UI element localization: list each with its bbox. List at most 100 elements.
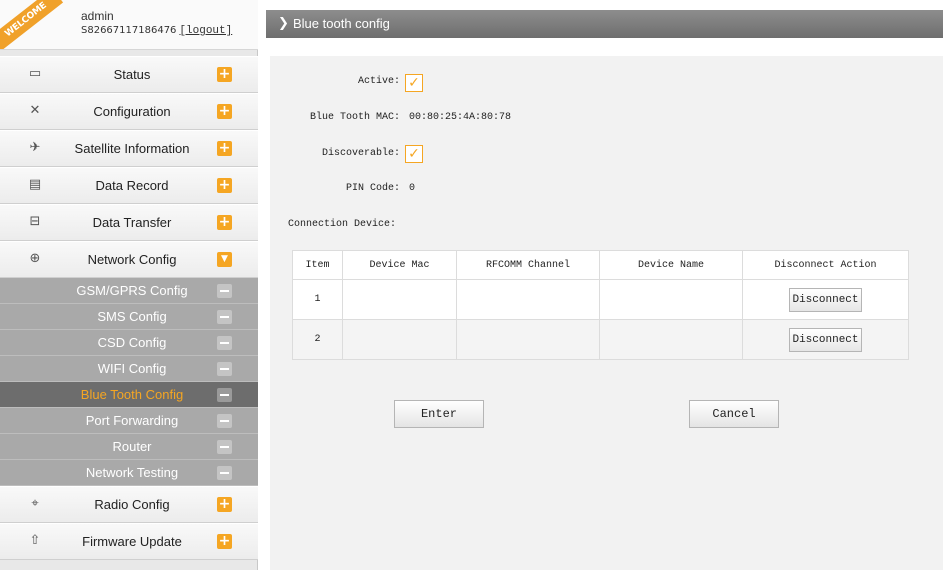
sidebar-item-status[interactable]: ▭ Status + (0, 56, 258, 93)
column-header-rfcomm-channel: RFCOMM Channel (456, 250, 600, 280)
cell-item: 1 (292, 279, 343, 320)
sidebar-item-label: Status (113, 67, 151, 82)
cell-item: 2 (292, 319, 343, 360)
expand-plus-icon[interactable]: + (217, 178, 232, 193)
table-row: 1 Disconnect (292, 279, 909, 320)
upload-icon: ⇧ (29, 533, 41, 548)
expand-plus-icon[interactable]: + (217, 497, 232, 512)
globe-icon: ⊕ (29, 251, 41, 266)
minus-icon (217, 440, 232, 454)
nav-menu: ▭ Status + ✕ Configuration + ✈ Satellite… (0, 56, 258, 560)
expand-plus-icon[interactable]: + (217, 215, 232, 230)
sidebar-item-label: Radio Config (94, 497, 170, 512)
cell-device-name (599, 279, 743, 320)
mac-label: Blue Tooth MAC: (309, 112, 400, 123)
radio-icon: ⌖ (31, 496, 39, 511)
submenu-item-label: Router (112, 439, 152, 454)
cell-action: Disconnect (742, 279, 909, 320)
user-box: WELCOME admin S82667117186476 [logout] (0, 0, 258, 50)
tools-icon: ✕ (29, 103, 41, 118)
column-header-disconnect-action: Disconnect Action (742, 250, 909, 280)
connection-device-table: Item Device Mac RFCOMM Channel Device Na… (292, 250, 909, 360)
submenu-item-label: GSM/GPRS Config (76, 283, 188, 298)
minus-icon (217, 310, 232, 324)
page-title: Blue tooth config (293, 16, 390, 31)
submenu-item-gsm-gprs-config[interactable]: GSM/GPRS Config (0, 278, 258, 304)
sidebar: WELCOME admin S82667117186476 [logout] ▭ … (0, 0, 258, 570)
discoverable-label: Discoverable: (321, 148, 400, 159)
sidebar-item-satellite-information[interactable]: ✈ Satellite Information + (0, 130, 258, 167)
sidebar-item-radio-config[interactable]: ⌖ Radio Config + (0, 486, 258, 523)
column-header-item: Item (292, 250, 343, 280)
sidebar-item-label: Configuration (93, 104, 171, 119)
cancel-button[interactable]: Cancel (689, 400, 779, 428)
column-header-device-mac: Device Mac (342, 250, 457, 280)
column-header-device-name: Device Name (599, 250, 743, 280)
discoverable-checkbox[interactable]: ✓ (405, 145, 423, 163)
cell-rfcomm-channel (456, 319, 600, 360)
submenu-item-csd-config[interactable]: CSD Config (0, 330, 258, 356)
active-checkbox[interactable]: ✓ (405, 74, 423, 92)
submenu-item-blue-tooth-config[interactable]: Blue Tooth Config (0, 382, 258, 408)
cell-device-name (599, 319, 743, 360)
main-content: ❯ Blue tooth config Active: ✓ Blue Tooth… (258, 0, 943, 570)
cell-rfcomm-channel (456, 279, 600, 320)
sidebar-item-data-transfer[interactable]: ⊟ Data Transfer + (0, 204, 258, 241)
welcome-ribbon: WELCOME (0, 0, 64, 49)
sidebar-item-configuration[interactable]: ✕ Configuration + (0, 93, 258, 130)
submenu-item-port-forwarding[interactable]: Port Forwarding (0, 408, 258, 434)
pin-value: 0 (409, 183, 416, 194)
page-title-bar: ❯ Blue tooth config (266, 10, 943, 38)
submenu-item-router[interactable]: Router (0, 434, 258, 460)
calendar-icon: ▤ (28, 177, 42, 192)
disconnect-button[interactable]: Disconnect (789, 327, 862, 352)
submenu-item-sms-config[interactable]: SMS Config (0, 304, 258, 330)
expand-plus-icon[interactable]: + (217, 141, 232, 156)
enter-button[interactable]: Enter (394, 400, 484, 428)
logout-link[interactable]: [logout] (179, 25, 232, 37)
minus-icon (217, 362, 232, 376)
username: admin (81, 9, 114, 23)
minus-icon (217, 414, 232, 428)
expand-plus-icon[interactable]: + (217, 67, 232, 82)
sidebar-item-firmware-update[interactable]: ⇧ Firmware Update + (0, 523, 258, 560)
sidebar-item-label: Data Record (95, 178, 169, 193)
serial-value: S82667117186476 (81, 25, 177, 36)
serial-number: S82667117186476 [logout] (81, 25, 232, 37)
disconnect-button[interactable]: Disconnect (789, 287, 862, 312)
sidebar-item-data-record[interactable]: ▤ Data Record + (0, 167, 258, 204)
submenu-item-label: CSD Config (97, 335, 167, 350)
minus-icon (217, 284, 232, 298)
sidebar-item-network-config[interactable]: ⊕ Network Config ▼ (0, 241, 258, 278)
active-label: Active: (357, 76, 400, 87)
submenu-item-label: Port Forwarding (85, 413, 179, 428)
submenu-item-wifi-config[interactable]: WIFI Config (0, 356, 258, 382)
satellite-icon: ✈ (29, 140, 41, 155)
cell-device-mac (342, 279, 457, 320)
table-row: 2 Disconnect (292, 319, 909, 360)
minus-icon (217, 336, 232, 350)
submenu-item-label: SMS Config (97, 309, 167, 324)
sidebar-item-label: Data Transfer (92, 215, 172, 230)
submenu-item-label: WIFI Config (97, 361, 167, 376)
minus-icon (217, 466, 232, 480)
table-header-row: Item Device Mac RFCOMM Channel Device Na… (292, 250, 909, 280)
connection-device-label: Connection Device: (288, 219, 397, 230)
chevron-right-icon: ❯ (278, 16, 289, 31)
submenu-item-label: Blue Tooth Config (80, 387, 184, 402)
bluetooth-config-panel: Active: ✓ Blue Tooth MAC: 00:80:25:4A:80… (270, 56, 943, 570)
network-icon: ⊟ (29, 214, 41, 229)
submenu-item-label: Network Testing (85, 465, 179, 480)
cell-action: Disconnect (742, 319, 909, 360)
submenu-item-network-testing[interactable]: Network Testing (0, 460, 258, 486)
mac-value: 00:80:25:4A:80:78 (409, 112, 512, 123)
sidebar-item-label: Firmware Update (82, 534, 182, 549)
sidebar-item-label: Satellite Information (74, 141, 190, 156)
collapse-arrow-icon[interactable]: ▼ (217, 252, 232, 267)
monitor-icon: ▭ (28, 66, 42, 81)
cell-device-mac (342, 319, 457, 360)
expand-plus-icon[interactable]: + (217, 104, 232, 119)
pin-label: PIN Code: (345, 183, 400, 194)
minus-icon (217, 388, 232, 402)
expand-plus-icon[interactable]: + (217, 534, 232, 549)
